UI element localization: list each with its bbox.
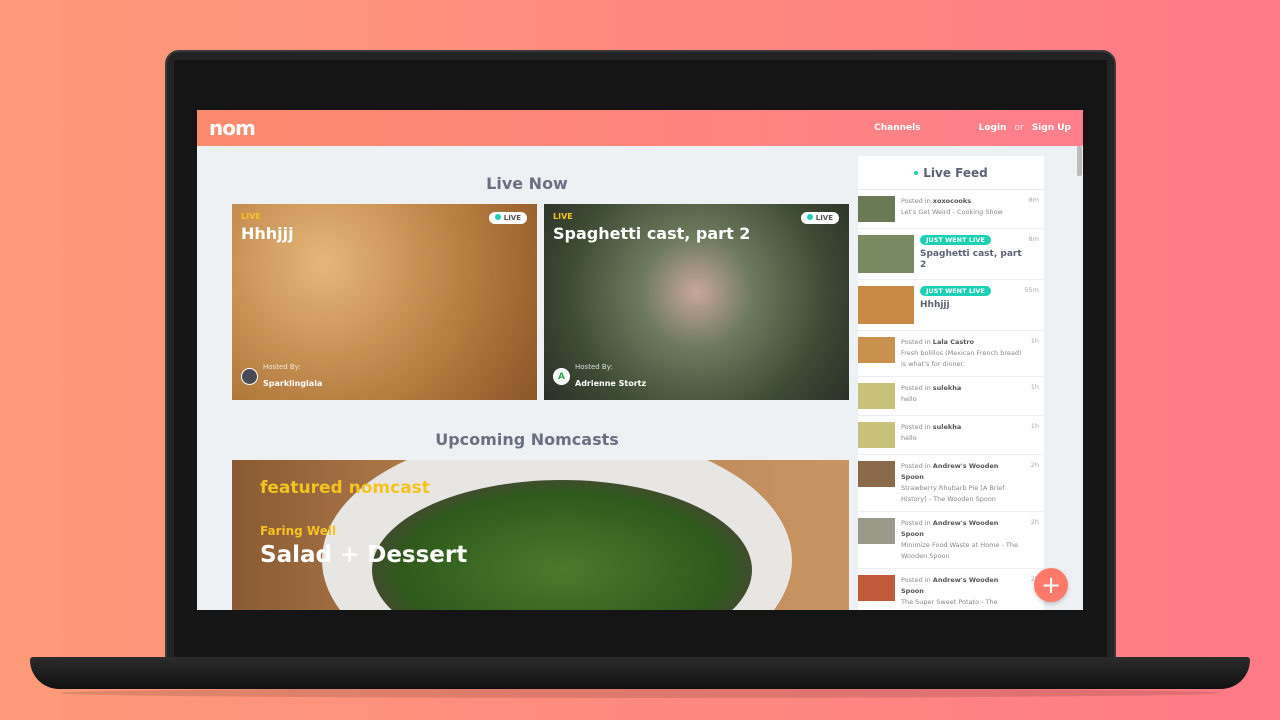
feed-thumbnail <box>858 422 895 448</box>
posted-in-label: Posted in <box>901 338 931 346</box>
feed-post-text: The Super Sweet Potato - The Wooden Spoo… <box>901 598 998 610</box>
live-dot-icon <box>494 214 501 220</box>
feed-item[interactable]: JUST WENT LIVE Spaghetti cast, part 2 8m <box>858 229 1044 280</box>
feed-time: 8m <box>1028 235 1039 243</box>
feed-text: JUST WENT LIVE Spaghetti cast, part 2 <box>920 235 1041 273</box>
feed-item[interactable]: Posted in Andrew's Wooden Spoon The Super… <box>858 569 1044 610</box>
host-name[interactable]: Sparklinglala <box>263 379 322 388</box>
feed-title: Spaghetti cast, part 2 <box>920 249 1022 270</box>
feed-text: Posted in xoxocooks Let's Get Weird - Coo… <box>901 196 1041 222</box>
browser-viewport: nom Channels Login or Sign Up Live Now L… <box>197 110 1083 610</box>
just-went-live-badge: JUST WENT LIVE <box>920 235 991 245</box>
main-content: Live Now LIVE Hhhjjj LIVE Hosted By: Spar… <box>197 146 857 610</box>
live-badge: LIVE <box>488 212 527 224</box>
scrollbar[interactable] <box>1077 146 1082 176</box>
feed-time: 8m <box>1028 196 1039 204</box>
card-title: Spaghetti cast, part 2 <box>553 224 751 243</box>
host-avatar[interactable]: A <box>553 368 570 385</box>
feed-post-text: hello <box>901 434 917 442</box>
feed-item[interactable]: Posted in sulekha hello 1h <box>858 377 1044 416</box>
featured-nomcast-card[interactable]: featured nomcast Faring Well Salad + Des… <box>232 460 849 610</box>
card-title: Hhhjjj <box>241 224 294 243</box>
posted-in-label: Posted in <box>901 519 931 527</box>
feed-post-text: Minimize Food Waste at Home - The Wooden… <box>901 541 1018 560</box>
feed-text: Posted in sulekha hello <box>901 383 1041 409</box>
feed-thumbnail <box>858 518 895 544</box>
posted-in-label: Posted in <box>901 197 931 205</box>
feed-title: Hhhjjj <box>920 300 950 310</box>
feed-item[interactable]: Posted in Andrew's Wooden Spoon Strawberr… <box>858 455 1044 512</box>
feed-channel[interactable]: Lala Castro <box>933 338 974 346</box>
feed-post-text: Strawberry Rhubarb Pie [A Brief History]… <box>901 484 1005 503</box>
feed-channel[interactable]: sulekha <box>933 423 961 431</box>
feed-thumbnail <box>858 337 895 363</box>
feed-thumbnail <box>858 383 895 409</box>
feed-item[interactable]: Posted in sulekha hello 1h <box>858 416 1044 455</box>
posted-in-label: Posted in <box>901 423 931 431</box>
live-feed-panel: Live Feed Posted in xoxocooks Let's Get W… <box>858 156 1044 610</box>
featured-title: Salad + Dessert <box>260 542 468 568</box>
featured-label: featured nomcast <box>260 478 430 498</box>
feed-text: Posted in Lala Castro Fresh bolillos (Mex… <box>901 337 1041 370</box>
feed-time: 1h <box>1030 383 1039 391</box>
live-feed-heading: Live Feed <box>858 156 1044 190</box>
live-tag: LIVE <box>553 212 573 221</box>
feed-text: JUST WENT LIVE Hhhjjj <box>920 286 1041 324</box>
host-info: A Hosted By: Adrienne Stortz <box>553 363 646 390</box>
laptop-shadow <box>60 688 1220 698</box>
header-nav: Channels Login or Sign Up <box>874 123 1071 133</box>
live-tag: LIVE <box>241 212 261 221</box>
feed-item[interactable]: Posted in Andrew's Wooden Spoon Minimize … <box>858 512 1044 569</box>
feed-item[interactable]: Posted in Lala Castro Fresh bolillos (Mex… <box>858 331 1044 377</box>
posted-in-label: Posted in <box>901 462 931 470</box>
top-header: nom Channels Login or Sign Up <box>197 110 1083 146</box>
nom-logo[interactable]: nom <box>209 116 256 140</box>
live-card[interactable]: LIVE Spaghetti cast, part 2 LIVE A Hoste… <box>544 204 849 400</box>
host-info: Hosted By: Sparklinglala <box>241 363 322 390</box>
feed-text: Posted in Andrew's Wooden Spoon The Super… <box>901 575 1041 610</box>
live-now-heading: Live Now <box>486 174 568 193</box>
or-text: or <box>1014 123 1024 133</box>
feed-list: Posted in xoxocooks Let's Get Weird - Coo… <box>858 190 1044 610</box>
feed-item[interactable]: Posted in xoxocooks Let's Get Weird - Coo… <box>858 190 1044 229</box>
feed-text: Posted in Andrew's Wooden Spoon Minimize … <box>901 518 1041 562</box>
signup-link[interactable]: Sign Up <box>1032 123 1071 133</box>
live-badge: LIVE <box>800 212 839 224</box>
feed-thumbnail <box>858 286 914 324</box>
feed-thumbnail <box>858 235 914 273</box>
host-name[interactable]: Adrienne Stortz <box>575 379 646 388</box>
feed-item[interactable]: JUST WENT LIVE Hhhjjj 55m <box>858 280 1044 331</box>
live-dot-icon <box>914 170 919 175</box>
feed-post-text: hello <box>901 395 917 403</box>
hosted-by-label: Hosted By: <box>575 363 613 371</box>
feed-thumbnail <box>858 575 895 601</box>
add-button[interactable]: + <box>1034 568 1068 602</box>
feed-time: 2h <box>1030 461 1039 469</box>
login-link[interactable]: Login <box>979 123 1007 133</box>
feed-time: 1h <box>1030 422 1039 430</box>
channels-link[interactable]: Channels <box>874 123 920 133</box>
upcoming-heading: Upcoming Nomcasts <box>435 430 619 449</box>
live-dot-icon <box>806 214 813 220</box>
feed-post-text: Fresh bolillos (Mexican French bread) is… <box>901 349 1022 368</box>
feed-thumbnail <box>858 196 895 222</box>
feed-time: 2h <box>1030 518 1039 526</box>
feed-post-text: Let's Get Weird - Cooking Show <box>901 208 1003 216</box>
hosted-by-label: Hosted By: <box>263 363 301 371</box>
posted-in-label: Posted in <box>901 384 931 392</box>
just-went-live-badge: JUST WENT LIVE <box>920 286 991 296</box>
laptop-base <box>30 657 1250 689</box>
feed-channel[interactable]: xoxocooks <box>933 197 971 205</box>
feed-time: 1h <box>1030 337 1039 345</box>
live-card[interactable]: LIVE Hhhjjj LIVE Hosted By: Sparklinglala <box>232 204 537 400</box>
feed-text: Posted in sulekha hello <box>901 422 1041 448</box>
feed-thumbnail <box>858 461 895 487</box>
posted-in-label: Posted in <box>901 576 931 584</box>
featured-channel[interactable]: Faring Well <box>260 524 336 538</box>
feed-channel[interactable]: sulekha <box>933 384 961 392</box>
feed-text: Posted in Andrew's Wooden Spoon Strawberr… <box>901 461 1041 505</box>
host-avatar[interactable] <box>241 368 258 385</box>
feed-time: 55m <box>1024 286 1039 294</box>
